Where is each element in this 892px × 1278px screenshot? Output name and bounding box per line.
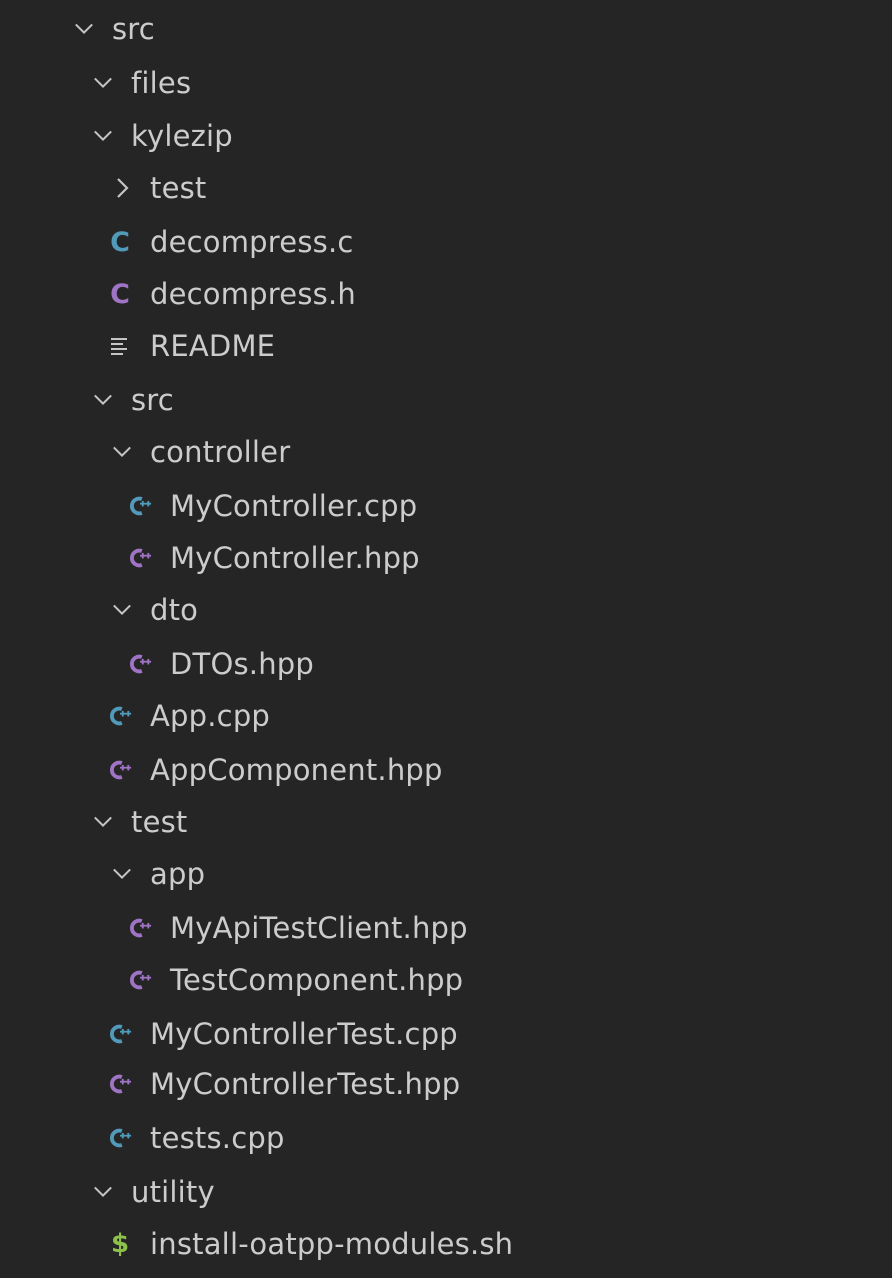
tree-item-label: App.cpp [150, 699, 271, 733]
tree-item-label: kylezip [131, 119, 233, 153]
c-file-icon: C [110, 226, 130, 258]
tree-file-tests-cpp[interactable]: tests.cpp [0, 1112, 892, 1164]
tree-item-label: README [150, 329, 276, 363]
chevron-down-icon [93, 1182, 113, 1202]
tree-folder-test[interactable]: test [0, 162, 892, 214]
tree-item-label: utility [131, 1175, 215, 1209]
tree-folder-files[interactable]: files [0, 57, 892, 109]
tree-file-appcomponent-hpp[interactable]: AppComponent.hpp [0, 744, 892, 796]
tree-folder-src-inner[interactable]: src [0, 374, 892, 426]
tree-file-decompress-h[interactable]: C decompress.h [0, 268, 892, 320]
cpp-header-icon [108, 1071, 132, 1097]
chevron-down-icon [93, 812, 113, 832]
tree-file-mycontroller-hpp[interactable]: MyController.hpp [0, 532, 892, 584]
tree-item-label: decompress.h [150, 277, 356, 311]
tree-folder-src[interactable]: src [0, 3, 892, 55]
chevron-down-icon [112, 442, 132, 462]
tree-file-mycontrollertest-hpp[interactable]: MyControllerTest.hpp [0, 1058, 892, 1110]
tree-folder-dto[interactable]: dto [0, 584, 892, 636]
file-explorer-tree: src files kylezip test C decompress.c C … [0, 0, 892, 1278]
tree-item-label: tests.cpp [150, 1121, 285, 1155]
tree-file-myapitestclient-hpp[interactable]: MyApiTestClient.hpp [0, 902, 892, 954]
tree-item-label: MyController.cpp [170, 489, 418, 523]
tree-folder-test-outer[interactable]: test [0, 796, 892, 848]
chevron-down-icon [74, 19, 94, 39]
cpp-header-icon [128, 545, 152, 571]
tree-item-label: MyControllerTest.hpp [150, 1067, 461, 1101]
tree-item-label: src [112, 12, 155, 46]
chevron-down-icon [112, 864, 132, 884]
tree-item-label: AppComponent.hpp [150, 753, 443, 787]
tree-item-label: install-oatpp-modules.sh [150, 1227, 514, 1261]
tree-item-label: app [150, 857, 206, 891]
cpp-header-icon [128, 915, 152, 941]
chevron-right-icon [112, 178, 132, 198]
tree-item-label: MyApiTestClient.hpp [170, 911, 468, 945]
tree-item-label: files [131, 66, 192, 100]
tree-item-label: test [150, 171, 207, 205]
tree-file-decompress-c[interactable]: C decompress.c [0, 216, 892, 268]
tree-file-dtos-hpp[interactable]: DTOs.hpp [0, 638, 892, 690]
tree-item-label: MyController.hpp [170, 541, 420, 575]
chevron-down-icon [93, 126, 113, 146]
tree-folder-controller[interactable]: controller [0, 426, 892, 478]
tree-folder-app[interactable]: app [0, 848, 892, 900]
tree-file-install-oatpp-modules-sh[interactable]: $ install-oatpp-modules.sh [0, 1218, 892, 1270]
chevron-down-icon [93, 73, 113, 93]
shell-file-icon: $ [110, 1229, 130, 1259]
tree-file-testcomponent-hpp[interactable]: TestComponent.hpp [0, 954, 892, 1006]
cpp-header-icon [128, 967, 152, 993]
chevron-down-icon [93, 390, 113, 410]
tree-item-label: TestComponent.hpp [170, 963, 464, 997]
tree-folder-kylezip[interactable]: kylezip [0, 110, 892, 162]
tree-item-label: controller [150, 435, 291, 469]
cpp-file-icon [128, 493, 152, 519]
text-lines-icon [108, 333, 132, 359]
tree-file-mycontrollertest-cpp[interactable]: MyControllerTest.cpp [0, 1008, 892, 1060]
tree-item-label: MyControllerTest.cpp [150, 1017, 458, 1051]
tree-item-label: test [131, 805, 188, 839]
tree-file-readme[interactable]: README [0, 320, 892, 372]
tree-item-label: decompress.c [150, 225, 354, 259]
cpp-header-icon [108, 757, 132, 783]
chevron-down-icon [112, 600, 132, 620]
cpp-file-icon [108, 1021, 132, 1047]
tree-folder-utility[interactable]: utility [0, 1166, 892, 1218]
tree-item-label: DTOs.hpp [170, 647, 314, 681]
tree-file-app-cpp[interactable]: App.cpp [0, 690, 892, 742]
c-header-icon: C [110, 278, 130, 310]
cpp-file-icon [108, 1125, 132, 1151]
tree-file-mycontroller-cpp[interactable]: MyController.cpp [0, 480, 892, 532]
tree-item-label: dto [150, 593, 199, 627]
cpp-file-icon [108, 703, 132, 729]
cpp-header-icon [128, 651, 152, 677]
tree-item-label: src [131, 383, 174, 417]
